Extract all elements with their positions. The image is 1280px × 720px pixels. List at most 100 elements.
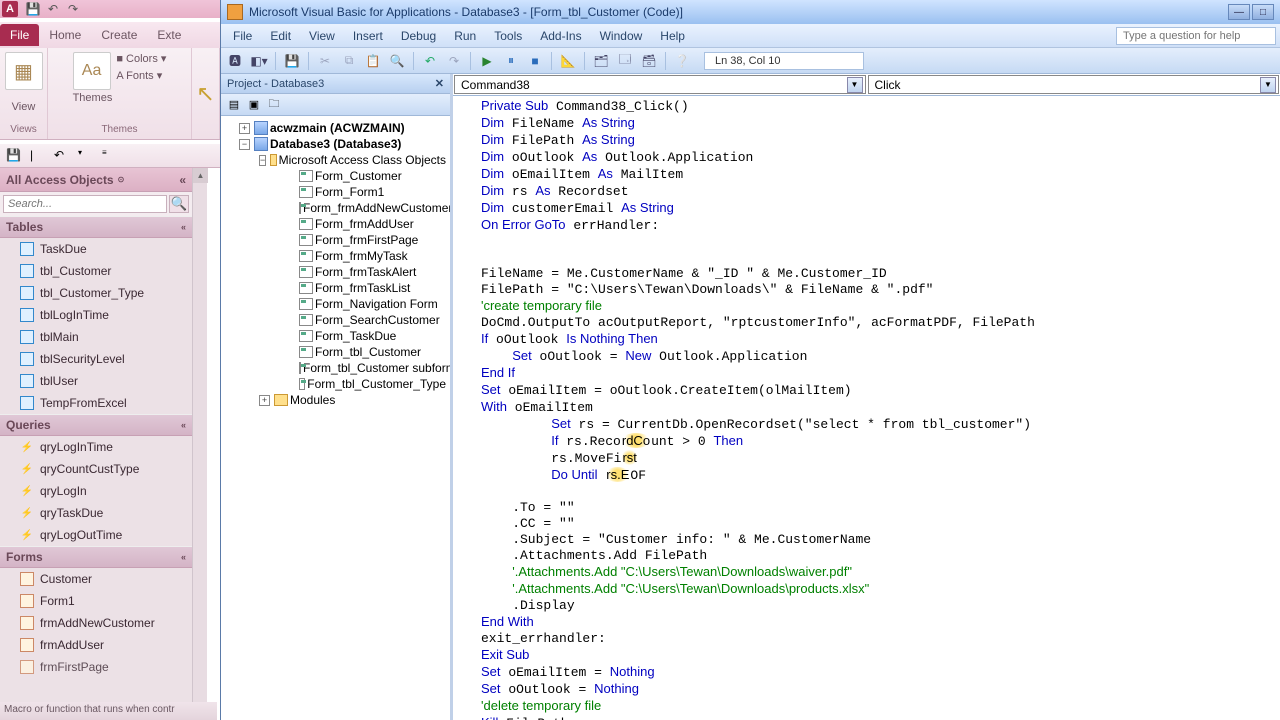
tab-home[interactable]: Home xyxy=(39,24,91,46)
view-access-icon[interactable]: 🅰 xyxy=(225,51,245,71)
object-browser-icon[interactable]: 🗃 xyxy=(639,51,659,71)
close-panel-icon[interactable]: ✕ xyxy=(435,77,444,90)
scroll-up-icon[interactable]: ▲ xyxy=(193,168,208,183)
menu-help[interactable]: Help xyxy=(652,27,693,45)
run-icon[interactable]: ▶ xyxy=(477,51,497,71)
qat-undo-icon[interactable]: ↶ xyxy=(46,2,60,16)
table-row[interactable]: TaskDue xyxy=(0,238,192,260)
tree-item[interactable]: Form_TaskDue xyxy=(315,329,396,343)
project-explorer-icon[interactable]: 🗂 xyxy=(591,51,611,71)
group-tables[interactable]: Tables« xyxy=(0,216,192,238)
search-input[interactable] xyxy=(3,195,167,213)
expand-icon[interactable]: + xyxy=(239,123,250,134)
tree-folder[interactable]: Microsoft Access Class Objects xyxy=(279,153,446,167)
group-queries[interactable]: Queries« xyxy=(0,414,192,436)
navpane-scrollbar[interactable]: ▲ ▼ xyxy=(192,168,207,720)
menu-view[interactable]: View xyxy=(301,27,343,45)
group-forms[interactable]: Forms« xyxy=(0,546,192,568)
table-row[interactable]: TempFromExcel xyxy=(0,392,192,414)
procedure-dropdown[interactable]: Click▼ xyxy=(868,75,1280,94)
tree-item[interactable]: Form_SearchCustomer xyxy=(315,313,440,327)
break-icon[interactable]: ⏸ xyxy=(501,51,521,71)
save-icon[interactable]: 💾 xyxy=(282,51,302,71)
tree-project[interactable]: Database3 (Database3) xyxy=(270,137,401,151)
tree-item[interactable]: Form_frmMyTask xyxy=(315,249,408,263)
toggle-folders-icon[interactable]: 🗀 xyxy=(265,96,283,114)
save-icon[interactable]: 💾 xyxy=(6,148,22,164)
project-tree[interactable]: +acwzmain (ACWZMAIN) −Database3 (Databas… xyxy=(221,116,450,720)
tab-file[interactable]: File xyxy=(0,24,39,46)
project-explorer-title[interactable]: Project - Database3 ✕ xyxy=(221,74,450,94)
table-row[interactable]: tbl_Customer_Type xyxy=(0,282,192,304)
menu-insert[interactable]: Insert xyxy=(345,27,391,45)
query-row[interactable]: ⚡qryLogInTime xyxy=(0,436,192,458)
table-row[interactable]: tblUser xyxy=(0,370,192,392)
reset-icon[interactable]: ■ xyxy=(525,51,545,71)
tree-item[interactable]: Form_frmTaskList xyxy=(315,281,410,295)
themes-button[interactable]: Themes xyxy=(73,92,113,104)
vba-titlebar[interactable]: Microsoft Visual Basic for Applications … xyxy=(221,0,1280,24)
qat-redo-icon[interactable]: ↷ xyxy=(66,2,80,16)
view-object-icon[interactable]: ▣ xyxy=(245,96,263,114)
expand-icon[interactable]: + xyxy=(259,395,270,406)
navpane-header[interactable]: All Access Objects ⊙ « xyxy=(0,168,192,192)
query-row[interactable]: ⚡qryCountCustType xyxy=(0,458,192,480)
tree-item[interactable]: Form_frmAddNewCustomer xyxy=(303,201,450,215)
form-row[interactable]: Form1 xyxy=(0,590,192,612)
table-row[interactable]: tblLogInTime xyxy=(0,304,192,326)
maximize-button[interactable]: □ xyxy=(1252,4,1274,20)
tree-item[interactable]: Form_Customer xyxy=(315,169,402,183)
undo-icon[interactable]: ↶ xyxy=(54,148,70,164)
menu-edit[interactable]: Edit xyxy=(262,27,299,45)
form-row[interactable]: Customer xyxy=(0,568,192,590)
redo-icon[interactable]: ↷ xyxy=(444,51,464,71)
collapse-icon[interactable]: − xyxy=(239,139,250,150)
chevron-down-icon[interactable]: ▼ xyxy=(847,77,863,93)
search-button[interactable]: 🔍 xyxy=(169,195,189,213)
view-icon[interactable]: ▦ xyxy=(5,52,43,90)
tree-item[interactable]: Form_tbl_Customer subform xyxy=(303,361,450,375)
form-row[interactable]: frmFirstPage xyxy=(0,656,192,678)
table-row[interactable]: tbl_Customer xyxy=(0,260,192,282)
colors-dropdown[interactable]: ■ Colors ▾ xyxy=(116,52,166,65)
themes-icon[interactable]: Aa xyxy=(73,52,111,90)
help-search-input[interactable] xyxy=(1116,27,1276,45)
menu-addins[interactable]: Add-Ins xyxy=(532,27,589,45)
form-row[interactable]: frmAddNewCustomer xyxy=(0,612,192,634)
collapse-icon[interactable]: − xyxy=(259,155,266,166)
table-row[interactable]: tblMain xyxy=(0,326,192,348)
tree-item[interactable]: Form_tbl_Customer xyxy=(315,345,421,359)
menu-file[interactable]: File xyxy=(225,27,260,45)
cut-icon[interactable]: ✂ xyxy=(315,51,335,71)
menu-run[interactable]: Run xyxy=(446,27,484,45)
query-row[interactable]: ⚡qryLogOutTime xyxy=(0,524,192,546)
find-icon[interactable]: 🔍 xyxy=(387,51,407,71)
help-icon[interactable]: ❔ xyxy=(672,51,692,71)
view-button[interactable]: View xyxy=(12,101,36,113)
qat-save-icon[interactable]: 💾 xyxy=(26,2,40,16)
copy-icon[interactable]: ⧉ xyxy=(339,51,359,71)
design-mode-icon[interactable]: 📐 xyxy=(558,51,578,71)
tree-item[interactable]: Form_frmFirstPage xyxy=(315,233,418,247)
menu-window[interactable]: Window xyxy=(592,27,651,45)
navpane-collapse-icon[interactable]: « xyxy=(179,173,186,187)
query-row[interactable]: ⚡qryTaskDue xyxy=(0,502,192,524)
form-row[interactable]: frmAddUser xyxy=(0,634,192,656)
tree-item[interactable]: Form_Navigation Form xyxy=(315,297,438,311)
insert-module-icon[interactable]: ◧▾ xyxy=(249,51,269,71)
customize-qat-icon[interactable]: ≡ xyxy=(102,148,118,164)
paste-icon[interactable]: 📋 xyxy=(363,51,383,71)
tree-item[interactable]: Form_frmAddUser xyxy=(315,217,414,231)
view-code-icon[interactable]: ▤ xyxy=(225,96,243,114)
object-dropdown[interactable]: Command38▼ xyxy=(454,75,866,94)
tree-item[interactable]: Form_frmTaskAlert xyxy=(315,265,416,279)
table-row[interactable]: tblSecurityLevel xyxy=(0,348,192,370)
tab-external[interactable]: Exte xyxy=(147,24,191,46)
query-row[interactable]: ⚡qryLogIn xyxy=(0,480,192,502)
menu-debug[interactable]: Debug xyxy=(393,27,444,45)
tree-item[interactable]: Form_tbl_Customer_Type xyxy=(307,377,446,391)
code-editor[interactable]: Private Sub Command38_Click() Dim FileNa… xyxy=(453,96,1280,720)
tab-create[interactable]: Create xyxy=(91,24,147,46)
tree-folder[interactable]: Modules xyxy=(290,393,335,407)
tree-item[interactable]: Form_Form1 xyxy=(315,185,384,199)
